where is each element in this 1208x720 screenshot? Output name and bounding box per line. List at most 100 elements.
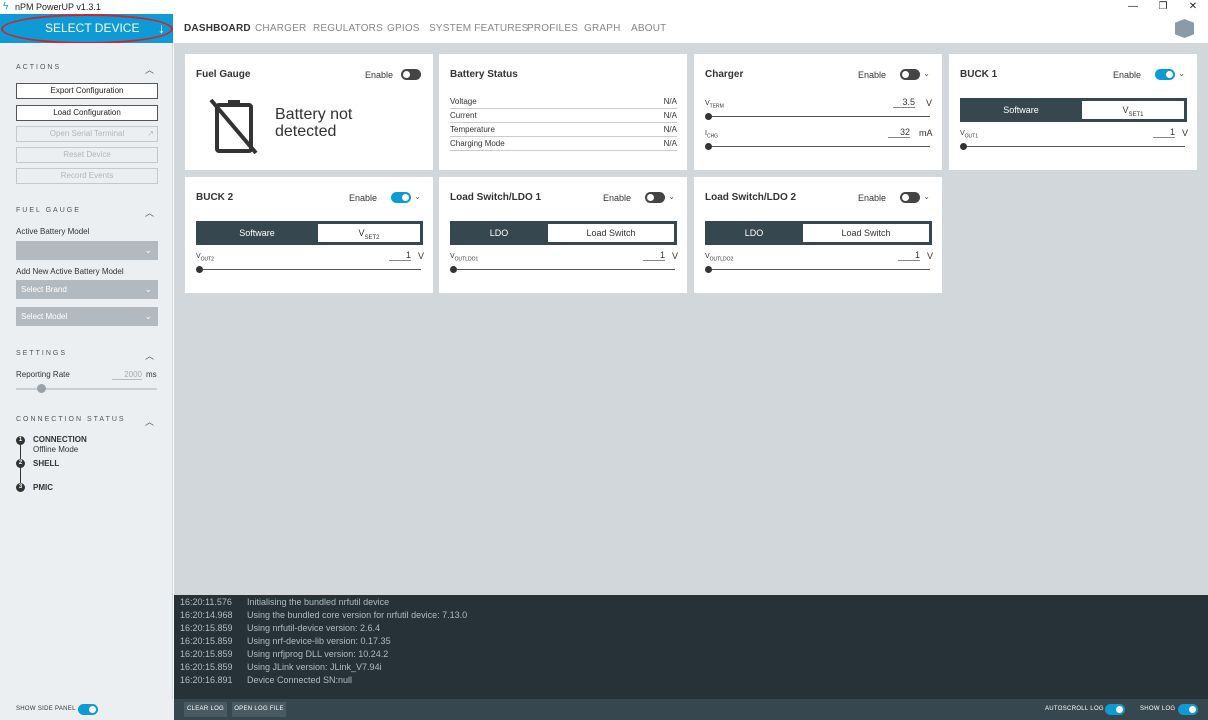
show-side-panel-toggle[interactable] xyxy=(78,704,98,715)
vout-slider[interactable] xyxy=(198,269,421,270)
ldo-option[interactable]: LDO xyxy=(705,221,803,245)
reporting-rate-input[interactable]: 2000 xyxy=(112,370,142,380)
side-panel-footer: SHOW SIDE PANEL xyxy=(0,699,174,720)
vout-input[interactable]: 1 xyxy=(389,250,411,261)
vterm-handle[interactable] xyxy=(705,113,712,120)
charger-toggle[interactable] xyxy=(900,69,920,80)
ichg-slider[interactable] xyxy=(707,146,930,147)
restore-button[interactable]: ❐ xyxy=(1148,0,1178,14)
enable-label: Enable xyxy=(1112,70,1141,80)
vterm-input[interactable]: 3.5 xyxy=(893,97,915,108)
chevron-up-icon[interactable]: ︿ xyxy=(145,349,154,362)
enable-control: Enable ⌄ xyxy=(1105,69,1185,81)
vset-option[interactable]: VSET2 xyxy=(318,224,420,242)
vout-handle[interactable] xyxy=(196,266,203,273)
battery-status-card: Battery Status Voltage N/A Current N/A Tem… xyxy=(439,54,687,170)
reset-device-button[interactable]: Reset Device xyxy=(16,147,158,163)
active-battery-model-select[interactable]: ⌄ xyxy=(16,241,158,260)
buck2-toggle[interactable] xyxy=(391,192,411,203)
reporting-rate-handle[interactable] xyxy=(37,384,46,393)
tab-system-features[interactable]: SYSTEM FEATURES xyxy=(429,23,529,34)
vout-input[interactable]: 1 xyxy=(1153,127,1175,138)
ldo2-mode-selector: LDO Load Switch xyxy=(705,221,932,245)
vout-subscript: OUT2 xyxy=(200,256,215,263)
vout-subscript: OUTLDO2 xyxy=(709,256,734,263)
tab-charger[interactable]: CHARGER xyxy=(255,23,306,34)
charger-card: Charger Enable ⌄ VTERM 3.5 V ICHG 32 mA xyxy=(694,54,942,170)
ldo2-toggle[interactable] xyxy=(900,192,920,203)
autoscroll-log-label: AUTOSCROLL LOG xyxy=(1045,706,1104,712)
vout-slider[interactable] xyxy=(452,269,675,270)
tab-regulators[interactable]: REGULATORS xyxy=(313,23,383,34)
chevron-up-icon[interactable]: ︿ xyxy=(145,63,154,76)
tab-graph[interactable]: GRAPH xyxy=(584,23,621,34)
tab-dashboard[interactable]: DASHBOARD xyxy=(184,23,251,34)
log-time: 16:20:15.859 xyxy=(180,662,233,672)
ichg-handle[interactable] xyxy=(705,143,712,150)
vout-unit: V xyxy=(927,251,934,261)
vout-subscript: OUTLDO1 xyxy=(454,256,479,263)
minimize-button[interactable]: — xyxy=(1118,0,1148,14)
vout-handle[interactable] xyxy=(705,266,712,273)
card-title: Fuel Gauge xyxy=(196,69,251,80)
select-brand-dropdown[interactable]: Select Brand ⌄ xyxy=(16,280,158,299)
buck2-card: BUCK 2 Enable ⌄ Software VSET2 VOUT2 1 V xyxy=(185,177,433,293)
load-switch-option[interactable]: Load Switch xyxy=(803,224,929,242)
vout-handle[interactable] xyxy=(450,266,457,273)
chevron-down-icon[interactable]: ⌄ xyxy=(668,192,675,201)
chevron-down-icon[interactable]: ⌄ xyxy=(923,69,930,78)
autoscroll-log-toggle[interactable] xyxy=(1105,704,1125,715)
ldo1-card: Load Switch/LDO 1 Enable ⌄ LDO Load Swit… xyxy=(439,177,687,293)
chevron-down-icon[interactable]: ⌄ xyxy=(1178,69,1185,78)
ichg-input[interactable]: 32 xyxy=(888,127,910,138)
ldo1-toggle[interactable] xyxy=(645,192,665,203)
chevron-down-icon[interactable]: ⌄ xyxy=(923,192,930,201)
buck1-toggle[interactable] xyxy=(1155,69,1175,80)
vout-input[interactable]: 1 xyxy=(643,250,665,261)
close-button[interactable]: ✕ xyxy=(1178,0,1208,14)
settings-heading: SETTINGS xyxy=(16,350,68,357)
open-log-file-button[interactable]: OPEN LOG FILE xyxy=(232,702,286,717)
select-brand-value: Select Brand xyxy=(21,285,67,294)
ldo1-mode-selector: LDO Load Switch xyxy=(450,221,677,245)
chevron-up-icon[interactable]: ︿ xyxy=(145,206,154,219)
buck1-card: BUCK 1 Enable ⌄ Software VSET1 VOUT1 1 V xyxy=(949,54,1197,170)
load-configuration-button[interactable]: Load Configuration xyxy=(16,105,158,121)
software-option[interactable]: Software xyxy=(196,221,318,245)
vset-option[interactable]: VSET1 xyxy=(1082,101,1184,119)
vout-input[interactable]: 1 xyxy=(898,250,920,261)
log-panel[interactable]: 16:20:11.576 Initialising the bundled nrf… xyxy=(174,595,1208,699)
vterm-slider[interactable] xyxy=(707,116,930,117)
export-configuration-button[interactable]: Export Configuration xyxy=(16,83,158,99)
tab-about[interactable]: ABOUT xyxy=(631,23,666,34)
log-message: Using the bundled core version for nrfut… xyxy=(247,610,468,620)
ldo-option[interactable]: LDO xyxy=(450,221,548,245)
tab-gpios[interactable]: GPIOS xyxy=(387,23,420,34)
show-log-toggle[interactable] xyxy=(1178,704,1198,715)
select-model-dropdown[interactable]: Select Model ⌄ xyxy=(16,307,158,326)
log-time: 16:20:15.859 xyxy=(180,636,233,646)
vout-slider[interactable] xyxy=(707,269,930,270)
vout-handle[interactable] xyxy=(960,143,967,150)
dashboard: Fuel Gauge Enable Battery not detected B… xyxy=(174,43,1208,595)
chevron-up-icon[interactable]: ︿ xyxy=(145,415,154,428)
enable-control: Enable xyxy=(351,69,421,81)
enable-label: Enable xyxy=(857,193,886,203)
connection-step-title: CONNECTION xyxy=(33,435,87,444)
fuel-gauge-toggle[interactable] xyxy=(401,69,421,80)
stat-key: Temperature xyxy=(450,125,495,134)
software-option[interactable]: Software xyxy=(960,98,1082,122)
select-device-button[interactable]: SELECT DEVICE ↓ xyxy=(0,14,173,43)
chevron-down-icon[interactable]: ⌄ xyxy=(414,192,421,201)
stat-value: N/A xyxy=(663,139,677,148)
vout-slider[interactable] xyxy=(962,146,1185,147)
vout-unit: V xyxy=(672,251,679,261)
tab-profiles[interactable]: PROFILES xyxy=(527,23,578,34)
enable-label: Enable xyxy=(364,70,393,80)
clear-log-button[interactable]: CLEAR LOG xyxy=(184,702,227,717)
step-number: 1 xyxy=(16,436,25,445)
load-switch-option[interactable]: Load Switch xyxy=(548,224,674,242)
record-events-button[interactable]: Record Events xyxy=(16,168,158,184)
open-serial-terminal-button[interactable]: Open Serial Terminal ↗ xyxy=(16,126,158,142)
select-model-value: Select Model xyxy=(21,312,68,321)
